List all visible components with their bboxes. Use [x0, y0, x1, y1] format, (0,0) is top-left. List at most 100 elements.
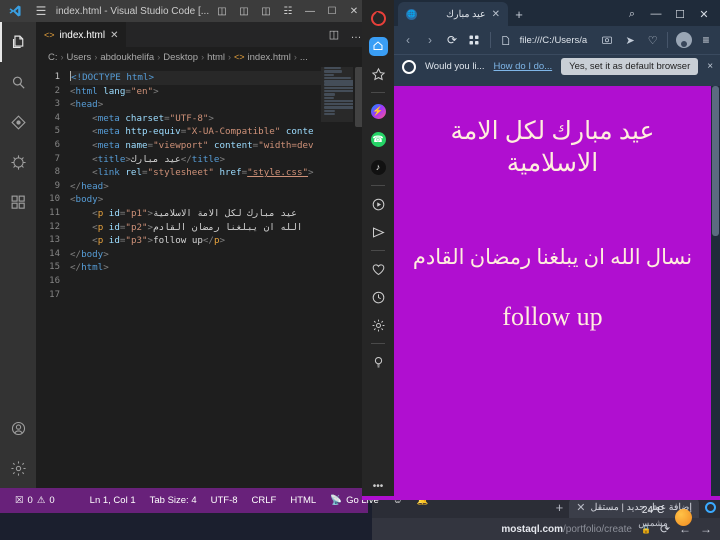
code-line[interactable]: 15 </html>	[36, 261, 367, 275]
breadcrumb-item-5[interactable]: index.html	[248, 52, 291, 63]
background-new-tab-button[interactable]: +	[556, 500, 564, 515]
code-line[interactable]: 14 </body>	[36, 248, 367, 262]
opera-player-icon[interactable]	[362, 190, 394, 218]
back-icon[interactable]: ‹	[398, 30, 418, 50]
opera-minimize-button[interactable]: —	[644, 2, 668, 26]
code-line[interactable]: 2 <html lang="en">	[36, 85, 367, 99]
opera-tab-eid-mubarak[interactable]: 🌐 عيد مبارك ✕	[398, 2, 508, 26]
page-vertical-scrollbar[interactable]	[711, 86, 720, 500]
flow-icon[interactable]: ➤	[622, 31, 639, 49]
opera-tab-search-icon[interactable]: ⌕	[620, 2, 644, 26]
vscode-title-bar[interactable]: ☰ index.html - Visual Studio Code [... ◫…	[0, 0, 367, 22]
code-line[interactable]: 12 <p id="p2">الله ان يبلغنا رمضان القاد…	[36, 221, 367, 235]
code-line[interactable]: 5 <meta http-equiv="X-UA-Compatible" con…	[36, 125, 367, 139]
tab-islands-icon[interactable]	[464, 30, 484, 50]
editor-tab-close-icon[interactable]: ✕	[110, 30, 118, 41]
breadcrumb-item-3[interactable]: Desktop	[163, 52, 198, 63]
opera-flow-send-icon[interactable]	[362, 218, 394, 246]
panel-right-icon[interactable]: ◫	[255, 0, 277, 22]
code-editor[interactable]: 1 <!DOCTYPE html> 2 <html lang="en"> 3 <head>…	[36, 67, 367, 488]
opera-maximize-button[interactable]: ☐	[668, 2, 692, 26]
status-problems[interactable]: ☒ 0 ⚠ 0	[8, 488, 62, 513]
opera-pinboards-icon[interactable]	[362, 60, 394, 88]
minimize-button[interactable]: —	[299, 0, 321, 22]
panel-bottom-icon[interactable]: ◫	[233, 0, 255, 22]
status-encoding[interactable]: UTF-8	[204, 488, 245, 513]
code-line[interactable]: 13 <p id="p3">follow up</p>	[36, 234, 367, 248]
opera-close-button[interactable]: ✕	[692, 2, 716, 26]
notification-close-icon[interactable]: ×	[707, 61, 713, 72]
breadcrumb-item-1[interactable]: Users	[67, 52, 92, 63]
breadcrumb-item-6[interactable]: ...	[300, 52, 308, 63]
activity-explorer-icon[interactable]	[0, 22, 36, 62]
vscode-activity-bar[interactable]	[0, 22, 36, 488]
profile-avatar[interactable]	[674, 30, 694, 50]
code-line[interactable]: 8 <link rel="stylesheet" href="style.css…	[36, 166, 367, 180]
opera-home-icon[interactable]	[362, 32, 394, 60]
easy-setup-icon[interactable]: ≡	[696, 30, 716, 50]
snapshot-icon[interactable]	[599, 31, 616, 49]
opera-address-bar[interactable]: file:///C:/Users/a ➤ ♡	[497, 31, 661, 49]
code-line[interactable]: 10 <body>	[36, 193, 367, 207]
code-line[interactable]: 16	[36, 275, 367, 289]
opera-favorites-icon[interactable]	[362, 255, 394, 283]
editor-tab-index-html[interactable]: <> index.html ✕	[36, 22, 127, 47]
opera-browser-window[interactable]: ⚡ ☎ ♪ ••• 🌐 عيد مبارك ✕ + ⌕ — ☐ ✕ ‹ › ⟳ …	[362, 0, 720, 500]
vscode-hamburger-menu-icon[interactable]: ☰	[28, 4, 54, 18]
activity-extensions-icon[interactable]	[0, 182, 36, 222]
page-info-icon[interactable]	[497, 31, 514, 49]
opera-logo-icon[interactable]	[362, 4, 394, 32]
breadcrumb-item-0[interactable]: C:	[48, 52, 58, 63]
opera-sidebar[interactable]: ⚡ ☎ ♪ •••	[362, 0, 394, 500]
breadcrumb-item-4[interactable]: html	[207, 52, 225, 63]
opera-tiktok-icon[interactable]: ♪	[362, 153, 394, 181]
opera-messenger-icon[interactable]: ⚡	[362, 97, 394, 125]
split-editor-icon[interactable]: ◫	[323, 22, 345, 47]
code-line[interactable]: 9 </head>	[36, 180, 367, 194]
page-scrollbar-thumb[interactable]	[712, 86, 719, 236]
activity-accounts-icon[interactable]	[0, 408, 36, 448]
code-line[interactable]: 6 <meta name="viewport" content="width=d…	[36, 139, 367, 153]
opera-url-text[interactable]: file:///C:/Users/a	[520, 35, 588, 46]
status-language-mode[interactable]: HTML	[283, 488, 323, 513]
opera-sidebar-divider	[371, 185, 385, 186]
breadcrumb-item-2[interactable]: abdoukhelifa	[100, 52, 154, 63]
reload-icon[interactable]: ⟳	[442, 30, 462, 50]
code-line[interactable]: 3 <head>	[36, 98, 367, 112]
maximize-button[interactable]: ☐	[321, 0, 343, 22]
heart-icon[interactable]: ♡	[644, 31, 661, 49]
opera-settings-icon[interactable]	[362, 311, 394, 339]
activity-manage-settings-icon[interactable]	[0, 448, 36, 488]
opera-tab-close-icon[interactable]: ✕	[492, 9, 500, 20]
background-tab-close-icon[interactable]: ✕	[576, 501, 585, 514]
status-tab-size[interactable]: Tab Size: 4	[143, 488, 204, 513]
line-number: 7	[54, 153, 60, 164]
weather-widget[interactable]: 24°C مشمس	[616, 498, 714, 536]
opera-whatsapp-icon[interactable]: ☎	[362, 125, 394, 153]
code-line[interactable]: 7 <title>عيد مبارك</title>	[36, 153, 367, 167]
activity-run-debug-icon[interactable]	[0, 142, 36, 182]
background-url-text[interactable]: mostaql.com/portfolio/create	[501, 524, 632, 535]
code-line[interactable]: 1 <!DOCTYPE html>	[36, 71, 367, 85]
status-eol[interactable]: CRLF	[245, 488, 284, 513]
code-line[interactable]: 4 <meta charset="UTF-8">	[36, 112, 367, 126]
breadcrumb[interactable]: C: › Users › abdoukhelifa › Desktop › ht…	[36, 47, 367, 67]
set-default-browser-button[interactable]: Yes, set it as default browser	[561, 58, 699, 75]
forward-icon[interactable]: ›	[420, 30, 440, 50]
activity-source-control-icon[interactable]	[0, 102, 36, 142]
layout-grid-icon[interactable]: ☷	[277, 0, 299, 22]
notification-help-link[interactable]: How do I do...	[494, 61, 553, 72]
code-lines-container[interactable]: 1 <!DOCTYPE html> 2 <html lang="en"> 3 <head>…	[36, 67, 367, 488]
code-line[interactable]: 17	[36, 289, 367, 303]
opera-tips-bulb-icon[interactable]	[362, 348, 394, 376]
vscode-window[interactable]: ☰ index.html - Visual Studio Code [... ◫…	[0, 0, 428, 513]
code-line[interactable]: 11 <p id="p1">عيد مبارك لكل الامة الاسلا…	[36, 207, 367, 221]
opera-new-tab-button[interactable]: +	[508, 2, 530, 26]
opera-history-icon[interactable]	[362, 283, 394, 311]
editor-minimap[interactable]	[321, 67, 356, 488]
status-cursor-position[interactable]: Ln 1, Col 1	[62, 488, 143, 513]
minimap-slider[interactable]	[321, 67, 356, 122]
panel-left-icon[interactable]: ◫	[211, 0, 233, 22]
vscode-status-bar[interactable]: ☒ 0 ⚠ 0 Ln 1, Col 1 Tab Size: 4 UTF-8 CR…	[0, 488, 428, 513]
activity-search-icon[interactable]	[0, 62, 36, 102]
